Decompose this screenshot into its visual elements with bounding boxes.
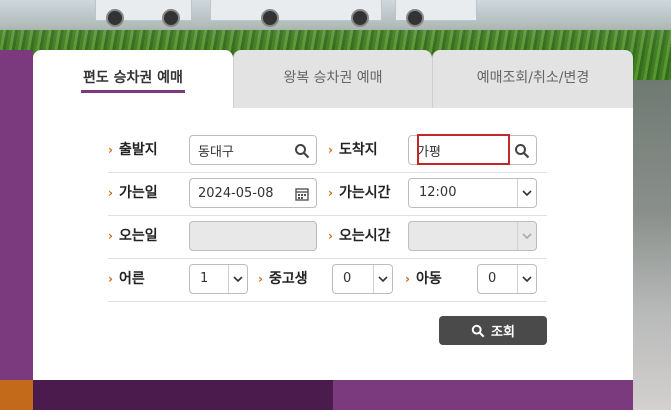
arrival-highlight — [417, 134, 510, 165]
adult-select[interactable]: 1 — [189, 264, 248, 294]
depart-date-field[interactable] — [189, 178, 317, 208]
search-button[interactable]: 조회 — [439, 316, 547, 345]
return-date-label: › 오는일 — [108, 228, 158, 244]
search-button-label: 조회 — [491, 325, 515, 340]
tab-one-way[interactable]: 편도 승차권 예매 — [33, 50, 233, 108]
arrival-label: › 도착지 — [328, 142, 378, 158]
return-time-label: › 오는시간 — [328, 228, 391, 244]
bus-image — [210, 0, 382, 27]
teen-value: 0 — [343, 271, 352, 286]
bottom-bar — [0, 380, 633, 410]
search-icon[interactable] — [514, 143, 530, 159]
chevron-down-icon — [517, 222, 536, 250]
calendar-icon[interactable] — [294, 186, 310, 202]
departure-field[interactable] — [189, 135, 317, 165]
child-value: 0 — [488, 271, 497, 286]
form-row-passengers: › 어른 1 › 중고생 0 › 아동 0 — [108, 258, 547, 302]
return-date-input — [190, 222, 316, 250]
depart-date-label: › 가는일 — [108, 185, 158, 201]
teen-label: › 중고생 — [258, 271, 308, 287]
tab-round-trip[interactable]: 왕복 승차권 예매 — [233, 50, 432, 108]
chevron-down-icon[interactable] — [373, 265, 392, 293]
form-row-depart: ›가는일 ›가는시간 12:00 — [108, 172, 547, 216]
tab-reservation-inquiry[interactable]: 예매조회/취소/변경 — [432, 50, 633, 108]
return-time-select — [408, 221, 537, 251]
left-sidebar — [0, 50, 34, 410]
tab-bar: 편도 승차권 예매 왕복 승차권 예매 예매조회/취소/변경 — [33, 50, 633, 108]
adult-value: 1 — [200, 271, 209, 286]
depart-time-value: 12:00 — [419, 185, 457, 200]
form-row-return: › 오는일 › 오는시간 — [108, 215, 547, 259]
child-select[interactable]: 0 — [477, 264, 537, 294]
child-label: › 아동 — [405, 271, 442, 287]
bus-image — [95, 0, 192, 27]
return-date-field — [189, 221, 317, 251]
search-icon — [471, 324, 485, 337]
chevron-down-icon[interactable] — [517, 265, 536, 293]
chevron-down-icon[interactable] — [228, 265, 247, 293]
depart-time-label: › 가는시간 — [328, 185, 391, 201]
depart-time-select[interactable]: 12:00 — [408, 178, 537, 208]
departure-label: › 출발지 — [108, 142, 158, 158]
adult-label: › 어른 — [108, 271, 145, 287]
chevron-down-icon[interactable] — [517, 179, 536, 207]
teen-select[interactable]: 0 — [332, 264, 393, 294]
search-icon[interactable] — [294, 143, 310, 159]
bus-image — [395, 0, 477, 27]
right-background — [633, 80, 671, 410]
